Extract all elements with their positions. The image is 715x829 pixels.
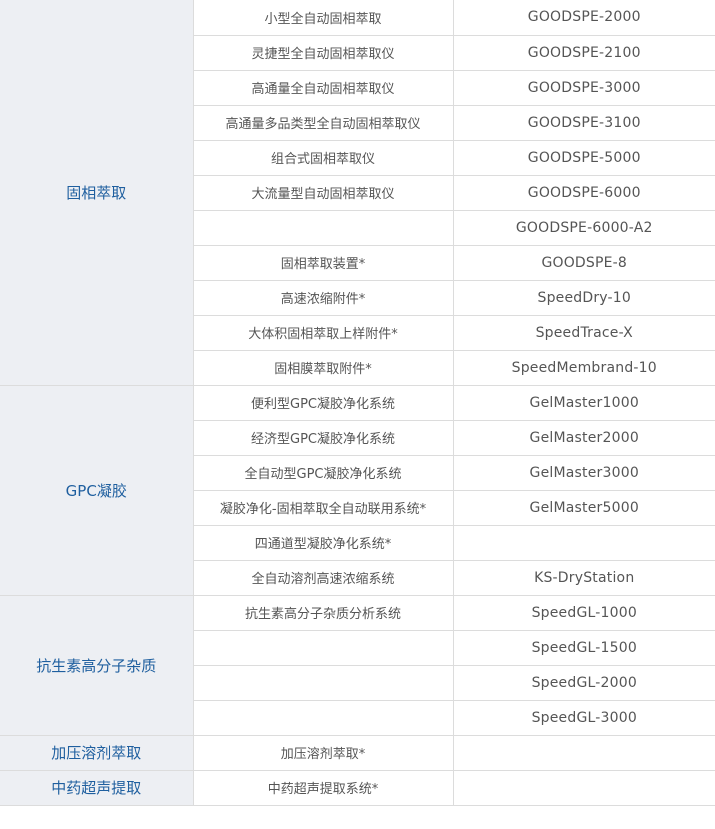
model-number-cell: GOODSPE-6000-A2	[452, 209, 715, 246]
table-row: 固相萃取 小型全自动固相萃取 GOODSPE-2000	[0, 0, 715, 386]
product-name-cell: 灵捷型全自动固相萃取仪	[193, 34, 454, 71]
category-cell: 抗生素高分子杂质	[0, 594, 194, 736]
model-number-cell: GOODSPE-3100	[452, 104, 715, 141]
product-name-cell: 固相膜萃取附件*	[193, 349, 454, 386]
product-name-cell: 大体积固相萃取上样附件*	[193, 314, 454, 351]
product-name-cell: 全自动溶剂高速浓缩系统	[193, 559, 454, 596]
category-cell: 固相萃取	[0, 0, 194, 386]
category-cell: 中药超声提取	[0, 769, 194, 806]
model-number-cell: SpeedGL-1000	[452, 594, 715, 631]
product-name-cell: 四通道型凝胶净化系统*	[193, 524, 454, 561]
model-number-cell: GelMaster2000	[452, 419, 715, 456]
model-number-cell: SpeedDry-10	[452, 279, 715, 316]
product-name-cell: 凝胶净化-固相萃取全自动联用系统*	[193, 489, 454, 526]
model-number-cell: GOODSPE-6000	[452, 174, 715, 211]
product-name-cell: 加压溶剂萃取*	[192, 734, 454, 771]
model-number-cell: SpeedGL-2000	[452, 664, 715, 701]
model-number-cell: GOODSPE-2000	[452, 0, 715, 36]
model-number-cell: GOODSPE-5000	[452, 139, 715, 176]
model-number-cell	[452, 769, 715, 806]
model-number-cell: SpeedTrace-X	[452, 314, 715, 351]
product-name-cell	[193, 629, 454, 666]
product-name-cell: 中药超声提取系统*	[192, 769, 454, 806]
table-row: 中药超声提取 中药超声提取系统*	[0, 769, 715, 806]
product-name-cell: 抗生素高分子杂质分析系统	[192, 594, 454, 631]
category-cell: 加压溶剂萃取	[0, 734, 194, 771]
table-row: 抗生素高分子杂质 抗生素高分子杂质分析系统 SpeedGL-1000	[0, 594, 715, 736]
model-number-cell	[452, 524, 715, 561]
model-number-cell: GelMaster5000	[452, 489, 715, 526]
model-number-cell: KS-DryStation	[452, 559, 715, 596]
product-name-cell: 固相萃取装置*	[193, 244, 454, 281]
product-name-cell	[193, 664, 454, 701]
product-name-cell: 高通量全自动固相萃取仪	[193, 69, 454, 106]
product-name-cell: 组合式固相萃取仪	[193, 139, 454, 176]
product-name-cell: 经济型GPC凝胶净化系统	[193, 419, 454, 456]
product-name-cell	[193, 209, 454, 246]
product-table: 固相萃取 小型全自动固相萃取 GOODSPE-2000 灵捷型全自动固相萃取仪 GOOD…	[0, 0, 715, 806]
model-number-cell: SpeedMembrand-10	[452, 349, 715, 386]
model-number-cell: GelMaster3000	[452, 454, 715, 491]
category-cell: GPC凝胶	[0, 384, 194, 596]
model-number-cell: GOODSPE-3000	[452, 69, 715, 106]
model-number-cell: SpeedGL-3000	[452, 699, 715, 736]
product-name-cell	[193, 699, 454, 736]
model-number-cell: GelMaster1000	[452, 384, 715, 421]
model-number-cell: SpeedGL-1500	[452, 629, 715, 666]
model-number-cell: GOODSPE-2100	[452, 34, 715, 71]
product-name-cell: 便利型GPC凝胶净化系统	[192, 384, 454, 421]
product-name-cell: 大流量型自动固相萃取仪	[193, 174, 454, 211]
product-name-cell: 小型全自动固相萃取	[192, 0, 454, 36]
model-number-cell	[452, 734, 715, 771]
product-name-cell: 全自动型GPC凝胶净化系统	[193, 454, 454, 491]
model-number-cell: GOODSPE-8	[452, 244, 715, 281]
table-row: GPC凝胶 便利型GPC凝胶净化系统 GelMaster1000	[0, 384, 715, 596]
product-name-cell: 高通量多品类型全自动固相萃取仪	[193, 104, 454, 141]
table-row: 加压溶剂萃取 加压溶剂萃取*	[0, 734, 715, 771]
product-name-cell: 高速浓缩附件*	[193, 279, 454, 316]
table-body: 固相萃取 小型全自动固相萃取 GOODSPE-2000 灵捷型全自动固相萃取仪 GOOD…	[0, 0, 715, 806]
